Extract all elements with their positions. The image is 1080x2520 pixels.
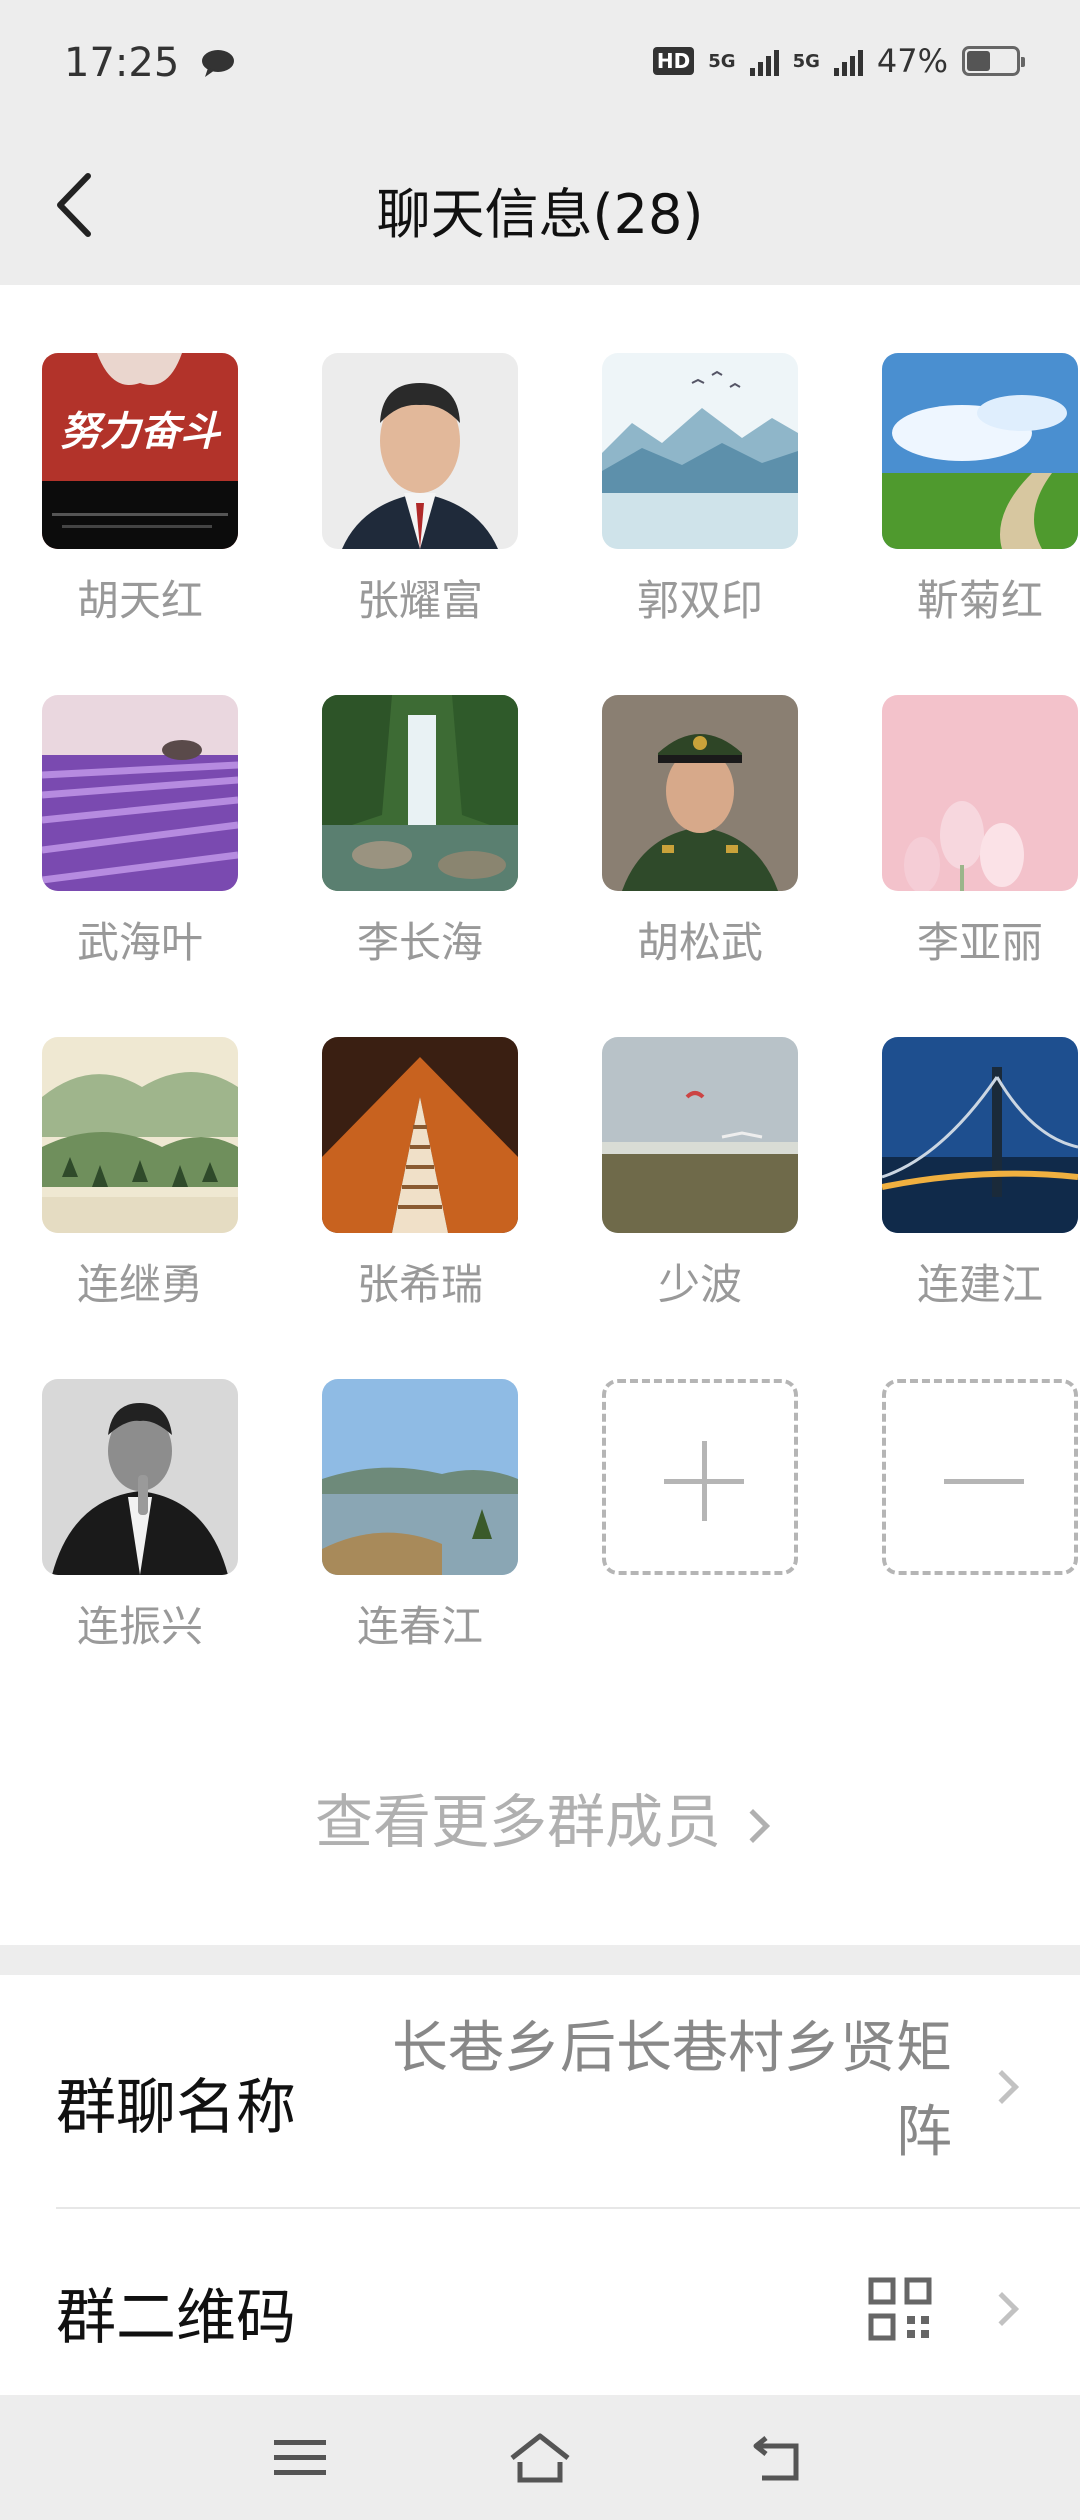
menu-button[interactable] xyxy=(260,2423,340,2493)
member-name: 少波 xyxy=(657,1260,742,1309)
member-name: 武海叶 xyxy=(76,918,203,967)
members-grid: 努力奋斗 胡天红 张耀富 郭双印 靳菊红 武海叶 李长海 胡松武 李亚丽 连继勇… xyxy=(0,285,1080,1945)
network-label-1: 5G xyxy=(708,50,736,72)
member-name: 连春江 xyxy=(356,1602,483,1651)
view-more-members-link[interactable]: 查看更多群成员 xyxy=(0,1775,1080,1859)
landscape-painting-avatar xyxy=(42,1037,238,1233)
member-item[interactable]: 张希瑞 xyxy=(322,1037,518,1312)
member-name: 靳菊红 xyxy=(916,576,1043,625)
bridge-avatar xyxy=(882,1037,1078,1233)
member-item[interactable]: 连建江 xyxy=(882,1037,1078,1312)
return-icon xyxy=(753,2436,799,2481)
member-item[interactable]: 李长海 xyxy=(322,695,518,970)
view-more-members-label: 查看更多群成员 xyxy=(314,1788,721,1856)
signal-icon-1 xyxy=(749,46,779,76)
minus-icon xyxy=(882,1379,1078,1575)
group-name-row[interactable]: 群聊名称 长巷乡后长巷村乡贤矩阵 xyxy=(56,1975,1080,2207)
member-item[interactable]: 连振兴 xyxy=(42,1379,238,1654)
member-name: 胡天红 xyxy=(76,576,203,625)
chevron-right-icon xyxy=(736,1808,770,1843)
member-name: 连振兴 xyxy=(76,1602,203,1651)
chevron-right-icon xyxy=(985,2292,1019,2326)
back-nav-button[interactable] xyxy=(740,2423,820,2493)
settings-card: 群聊名称 长巷乡后长巷村乡贤矩阵 群二维码 xyxy=(0,1975,1080,2395)
member-name: 张希瑞 xyxy=(356,1260,483,1309)
plus-icon xyxy=(602,1379,798,1575)
menu-icon xyxy=(274,2440,326,2475)
network-label-2: 5G xyxy=(792,50,820,72)
poster-avatar: 努力奋斗 xyxy=(42,353,238,549)
meadow-avatar xyxy=(882,353,1078,549)
status-indicators: HD 5G 5G 47% xyxy=(652,42,1025,80)
member-item[interactable]: 张耀富 xyxy=(322,353,518,628)
member-item[interactable]: 郭双印 xyxy=(602,353,798,628)
coast-avatar xyxy=(322,1379,518,1575)
remove-member-button[interactable] xyxy=(882,1379,1078,1575)
hd-badge: HD xyxy=(652,47,695,75)
portrait-avatar xyxy=(322,353,518,549)
group-qr-row[interactable]: 群二维码 xyxy=(56,2209,1080,2395)
group-name-value: 长巷乡后长巷村乡贤矩阵 xyxy=(392,2016,952,2165)
man-portrait-avatar xyxy=(42,1379,238,1575)
chevron-right-icon xyxy=(985,2070,1019,2104)
battery-level-fill xyxy=(967,51,990,71)
member-name: 胡松武 xyxy=(636,918,763,967)
home-button[interactable] xyxy=(500,2423,580,2493)
member-item[interactable]: 胡松武 xyxy=(602,695,798,970)
member-name: 连继勇 xyxy=(76,1260,203,1309)
member-item[interactable]: 连继勇 xyxy=(42,1037,238,1312)
status-time: 17:25 xyxy=(64,40,180,86)
battery-icon xyxy=(962,46,1025,76)
system-nav-bar xyxy=(0,2395,1080,2520)
tulip-avatar xyxy=(882,695,1078,891)
member-item[interactable]: 少波 xyxy=(602,1037,798,1312)
battery-percent: 47% xyxy=(876,42,948,80)
member-item[interactable]: 武海叶 xyxy=(42,695,238,970)
nav-bar: 聊天信息(28) xyxy=(0,130,1080,280)
member-name: 李长海 xyxy=(356,918,483,967)
escalator-avatar xyxy=(322,1037,518,1233)
message-notification-icon xyxy=(202,50,234,77)
mountain-lake-avatar xyxy=(602,353,798,549)
home-icon xyxy=(510,2433,570,2483)
member-name: 李亚丽 xyxy=(916,918,1043,967)
signal-icon-2 xyxy=(833,46,863,76)
member-name: 张耀富 xyxy=(356,576,483,625)
qr-code-icon xyxy=(868,2277,932,2341)
waterfall-avatar xyxy=(322,695,518,891)
lavender-avatar xyxy=(42,695,238,891)
soldier-avatar xyxy=(602,695,798,891)
member-item[interactable]: 连春江 xyxy=(322,1379,518,1654)
member-item[interactable]: 努力奋斗 胡天红 xyxy=(42,353,238,628)
page-title: 聊天信息(28) xyxy=(376,183,704,246)
member-name: 郭双印 xyxy=(636,576,763,625)
member-name: 连建江 xyxy=(916,1260,1043,1309)
member-item[interactable]: 靳菊红 xyxy=(882,353,1078,628)
status-bar: 17:25 HD 5G 5G 47% xyxy=(0,0,1080,130)
group-name-label: 群聊名称 xyxy=(56,2073,296,2143)
add-member-button[interactable] xyxy=(602,1379,798,1575)
group-qr-label: 群二维码 xyxy=(56,2283,296,2353)
poster-text: 努力奋斗 xyxy=(60,409,222,455)
member-item[interactable]: 李亚丽 xyxy=(882,695,1078,970)
beach-avatar xyxy=(602,1037,798,1233)
